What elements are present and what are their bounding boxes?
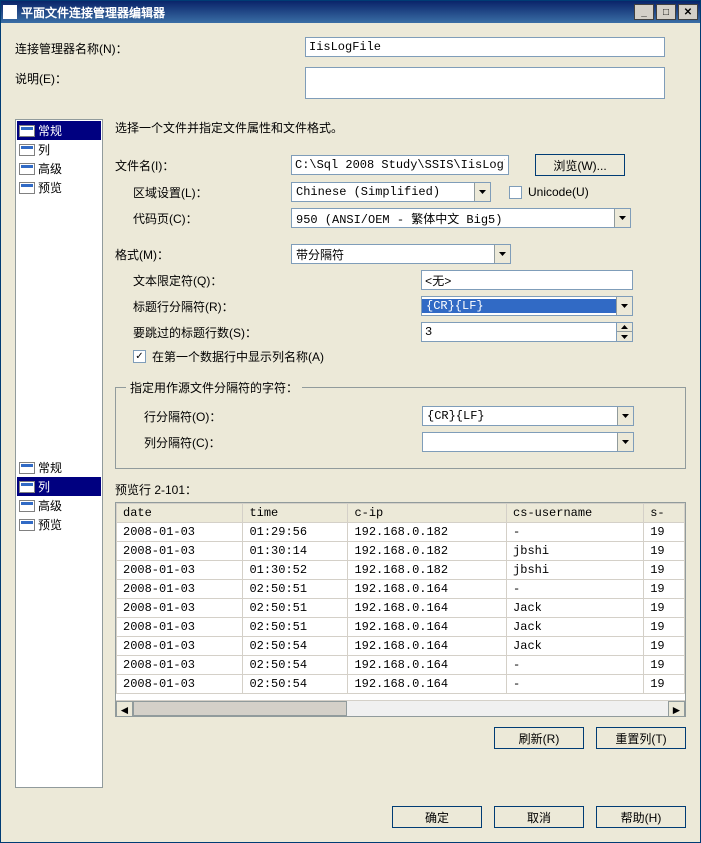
spin-down-icon[interactable] [617,332,632,341]
chevron-down-icon [494,245,510,263]
table-row[interactable]: 2008-01-0302:50:51192.168.0.164-19 [117,580,685,599]
column-header[interactable]: cs-username [507,504,644,523]
cancel-button[interactable]: 取消 [494,806,584,828]
instruction-text: 选择一个文件并指定文件属性和文件格式。 [115,119,686,136]
sidebar-item-常规[interactable]: 常规 [17,121,101,140]
table-row[interactable]: 2008-01-0302:50:51192.168.0.164Jack19 [117,618,685,637]
unicode-checkbox[interactable] [509,186,522,199]
window-title: 平面文件连接管理器编辑器 [21,4,632,21]
chevron-down-icon [616,297,632,315]
table-row[interactable]: 2008-01-0302:50:54192.168.0.164-19 [117,675,685,694]
codepage-select[interactable]: 950 (ANSI/OEM - 繁体中文 Big5) [291,208,631,228]
sidebar-item-label: 预览 [38,179,62,196]
filename-input[interactable] [291,155,509,175]
column-header[interactable]: time [243,504,348,523]
desc-input[interactable] [305,67,665,99]
page-icon [19,462,35,474]
page-icon [19,481,35,493]
reset-columns-button[interactable]: 重置列(T) [596,727,686,749]
sidebar-item-label: 预览 [38,516,62,533]
refresh-button[interactable]: 刷新(R) [494,727,584,749]
headrowdelim-label: 标题行分隔符(R)： [115,298,415,315]
sidebar-item-列[interactable]: 列 [17,477,101,496]
conn-name-label: 连接管理器名称(N)： [15,37,305,57]
ok-button[interactable]: 确定 [392,806,482,828]
chevron-down-icon [474,183,490,201]
preview-grid: datetimec-ipcs-usernames-2008-01-0301:29… [115,502,686,717]
page-icon [19,163,35,175]
sidebar-item-label: 列 [38,478,50,495]
headrowdelim-select[interactable]: {CR}{LF} [421,296,633,316]
sidebar: 常规列高级预览 常规列高级预览 [15,119,103,788]
page-icon [19,125,35,137]
preview-table: datetimec-ipcs-usernames-2008-01-0301:29… [116,503,685,694]
coldelim-select[interactable] [422,432,634,452]
close-button[interactable]: ✕ [678,4,698,20]
sidebar-item-预览[interactable]: 预览 [17,178,101,197]
sidebar-item-高级[interactable]: 高级 [17,496,101,515]
column-header[interactable]: s- [644,504,685,523]
skiprows-input[interactable] [421,322,617,342]
maximize-button[interactable]: □ [656,4,676,20]
skiprows-label: 要跳过的标题行数(S)： [115,324,415,341]
browse-button[interactable]: 浏览(W)... [535,154,625,176]
chevron-down-icon [617,433,633,451]
table-row[interactable]: 2008-01-0301:30:52192.168.0.182jbshi19 [117,561,685,580]
firstrow-checkbox-label: 在第一个数据行中显示列名称(A) [152,348,324,365]
firstrow-checkbox[interactable]: ✓ [133,350,146,363]
locale-select[interactable]: Chinese (Simplified) [291,182,491,202]
help-button[interactable]: 帮助(H) [596,806,686,828]
scroll-left-icon[interactable]: ◄ [116,701,133,717]
sidebar-item-label: 常规 [38,459,62,476]
page-icon [19,182,35,194]
rowdelim-select[interactable]: {CR}{LF} [422,406,634,426]
page-icon [19,500,35,512]
spin-up-icon[interactable] [617,323,632,332]
textqual-label: 文本限定符(Q)： [115,272,415,289]
delimiters-fieldset: 指定用作源文件分隔符的字符： 行分隔符(O)： {CR}{LF} 列分隔符(C)… [115,379,686,469]
table-row[interactable]: 2008-01-0301:30:14192.168.0.182jbshi19 [117,542,685,561]
table-row[interactable]: 2008-01-0302:50:54192.168.0.164-19 [117,656,685,675]
h-scrollbar[interactable]: ◄ ► [116,700,685,717]
coldelim-label: 列分隔符(C)： [126,434,416,451]
minimize-button[interactable]: _ [634,4,654,20]
format-select[interactable]: 带分隔符 [291,244,511,264]
footer: 确定 取消 帮助(H) [1,798,700,842]
filename-label: 文件名(I)： [115,157,285,174]
sidebar-item-label: 高级 [38,160,62,177]
preview-label: 预览行 2-101： [115,481,686,498]
sidebar-item-label: 列 [38,141,50,158]
page-icon [19,519,35,531]
page-icon [19,144,35,156]
desc-label: 说明(E)： [15,67,305,87]
titlebar: 平面文件连接管理器编辑器 _ □ ✕ [1,1,700,23]
sidebar-item-高级[interactable]: 高级 [17,159,101,178]
sidebar-item-列[interactable]: 列 [17,140,101,159]
sidebar-item-常规[interactable]: 常规 [17,458,101,477]
locale-label: 区域设置(L)： [115,184,285,201]
sidebar-item-label: 高级 [38,497,62,514]
sidebar-item-预览[interactable]: 预览 [17,515,101,534]
table-row[interactable]: 2008-01-0302:50:51192.168.0.164Jack19 [117,599,685,618]
editor-window: 平面文件连接管理器编辑器 _ □ ✕ 连接管理器名称(N)： 说明(E)： 常规… [0,0,701,843]
chevron-down-icon [617,407,633,425]
rowdelim-label: 行分隔符(O)： [126,408,416,425]
table-row[interactable]: 2008-01-0302:50:54192.168.0.164Jack19 [117,637,685,656]
column-header[interactable]: c-ip [348,504,507,523]
textqual-input[interactable] [421,270,633,290]
sidebar-item-label: 常规 [38,122,62,139]
scroll-right-icon[interactable]: ► [668,701,685,717]
codepage-label: 代码页(C)： [115,210,285,227]
chevron-down-icon [614,209,630,227]
table-row[interactable]: 2008-01-0301:29:56192.168.0.182-19 [117,523,685,542]
app-icon [3,5,17,19]
conn-name-input[interactable] [305,37,665,57]
delimiters-legend: 指定用作源文件分隔符的字符： [126,379,302,396]
unicode-label: Unicode(U) [528,185,589,199]
format-label: 格式(M)： [115,246,285,263]
column-header[interactable]: date [117,504,243,523]
